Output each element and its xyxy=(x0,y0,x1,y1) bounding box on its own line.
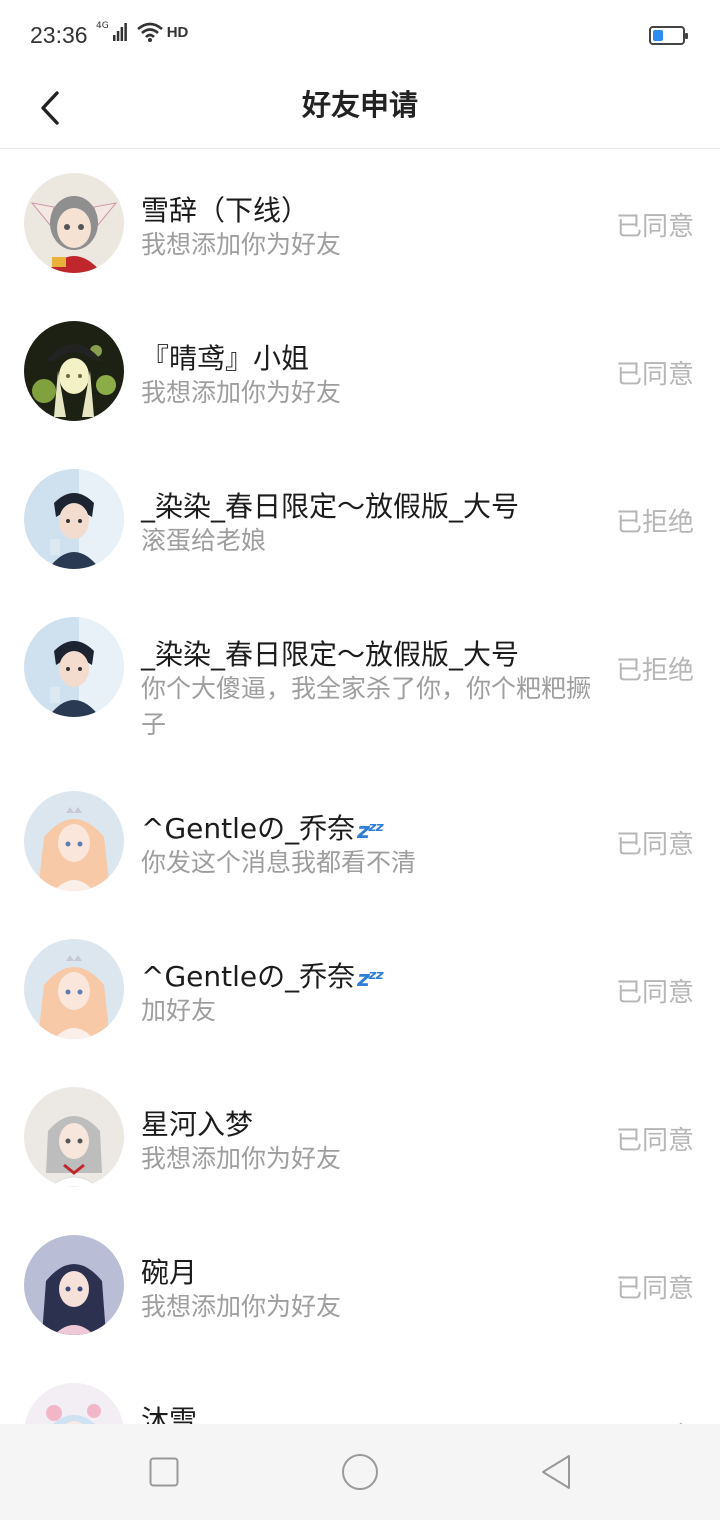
request-status: 已同意 xyxy=(615,1274,694,1304)
request-message: 我想添加你为好友 xyxy=(141,230,342,259)
request-status: 已同意 xyxy=(615,360,694,390)
hd-icon: HD xyxy=(166,23,189,41)
friend-request-row[interactable]: 雪辞（下线） 我想添加你为好友 已同意 xyxy=(0,149,720,297)
request-status: 已拒绝 xyxy=(615,656,694,686)
friend-request-row[interactable]: ^Gentleの_乔奈zᶻᶻ 加好友 已同意 xyxy=(0,915,720,1063)
requester-name: _染染_春日限定～放假版_大号 xyxy=(141,490,520,523)
status-time: 23:36 xyxy=(30,22,88,48)
friend-request-row[interactable]: ^Gentleの_乔奈zᶻᶻ 你发这个消息我都看不清 已同意 xyxy=(0,767,720,915)
friend-request-list[interactable]: 雪辞（下线） 我想添加你为好友 已同意 『晴鸢』小姐 我想添加你为好友 已同意 xyxy=(0,149,720,1424)
request-message: 滚蛋给老娘 xyxy=(141,526,267,555)
avatar[interactable] xyxy=(24,321,124,421)
requester-name: 雪辞（下线） xyxy=(141,194,310,227)
friend-request-row[interactable]: _染染_春日限定～放假版_大号 你个大傻逼，我全家杀了你，你个粑粑撅子 已拒绝 xyxy=(0,593,720,767)
signal-icon xyxy=(112,23,127,41)
request-status: 已同意 xyxy=(615,1126,694,1156)
friend-request-row[interactable]: 『晴鸢』小姐 我想添加你为好友 已同意 xyxy=(0,297,720,445)
page-title: 好友申请 xyxy=(301,88,418,122)
avatar[interactable] xyxy=(24,1235,124,1335)
request-message: 加好友 xyxy=(141,996,217,1025)
friend-request-row[interactable]: 沐雪 已同意 xyxy=(0,1359,720,1424)
request-message: 我想添加你为好友 xyxy=(141,1292,342,1321)
requester-name: 沐雪 xyxy=(141,1404,198,1424)
header-bar: 好友申请 xyxy=(0,74,720,149)
avatar[interactable] xyxy=(24,173,124,273)
requester-name: _染染_春日限定～放假版_大号 xyxy=(141,638,520,671)
requester-name: 星河入梦 xyxy=(141,1108,254,1141)
request-status: 已同意 xyxy=(615,830,694,860)
network-type-label: 4G xyxy=(96,20,109,31)
avatar[interactable] xyxy=(24,791,124,891)
request-message: 你个大傻逼，我全家杀了你，你个粑粑撅子 xyxy=(141,674,592,739)
battery-icon xyxy=(649,26,688,45)
requester-name: 『晴鸢』小姐 xyxy=(141,342,310,375)
requester-name-text: ^Gentleの_乔奈 xyxy=(141,960,356,993)
status-bar: 23:36 4G HD xyxy=(0,0,720,74)
wifi-icon xyxy=(136,22,163,42)
avatar[interactable] xyxy=(24,939,124,1039)
avatar[interactable] xyxy=(24,1383,124,1424)
request-message: 我想添加你为好友 xyxy=(141,378,342,407)
status-icons: 4G HD xyxy=(96,20,189,42)
avatar[interactable] xyxy=(24,469,124,569)
home-button[interactable] xyxy=(340,1452,380,1492)
request-status: 已同意 xyxy=(616,1416,694,1424)
requester-name-text: ^Gentleの_乔奈 xyxy=(141,812,356,845)
avatar[interactable] xyxy=(24,617,124,717)
square-icon xyxy=(149,1457,179,1487)
sleeping-zzz-icon: zᶻᶻ xyxy=(357,967,384,992)
battery-level xyxy=(653,30,663,41)
system-nav-bar xyxy=(0,1424,720,1520)
circle-icon xyxy=(342,1454,378,1490)
request-message: 你发这个消息我都看不清 xyxy=(141,848,417,877)
requester-name: ^Gentleの_乔奈zᶻᶻ xyxy=(141,807,384,847)
recent-apps-button[interactable] xyxy=(144,1452,184,1492)
friend-request-row[interactable]: 碗月 我想添加你为好友 已同意 xyxy=(0,1211,720,1359)
request-status: 已同意 xyxy=(615,978,694,1008)
requester-name: 碗月 xyxy=(141,1256,198,1289)
request-status: 已同意 xyxy=(615,212,694,242)
triangle-back-icon xyxy=(542,1455,570,1489)
back-nav-button[interactable] xyxy=(536,1452,576,1492)
sleeping-zzz-icon: zᶻᶻ xyxy=(357,819,384,844)
friend-request-row[interactable]: _染染_春日限定～放假版_大号 滚蛋给老娘 已拒绝 xyxy=(0,445,720,593)
request-status: 已拒绝 xyxy=(615,508,694,538)
friend-request-row[interactable]: 星河入梦 我想添加你为好友 已同意 xyxy=(0,1063,720,1211)
requester-name: ^Gentleの_乔奈zᶻᶻ xyxy=(141,955,384,995)
avatar[interactable] xyxy=(24,1087,124,1187)
request-message: 我想添加你为好友 xyxy=(141,1144,342,1173)
